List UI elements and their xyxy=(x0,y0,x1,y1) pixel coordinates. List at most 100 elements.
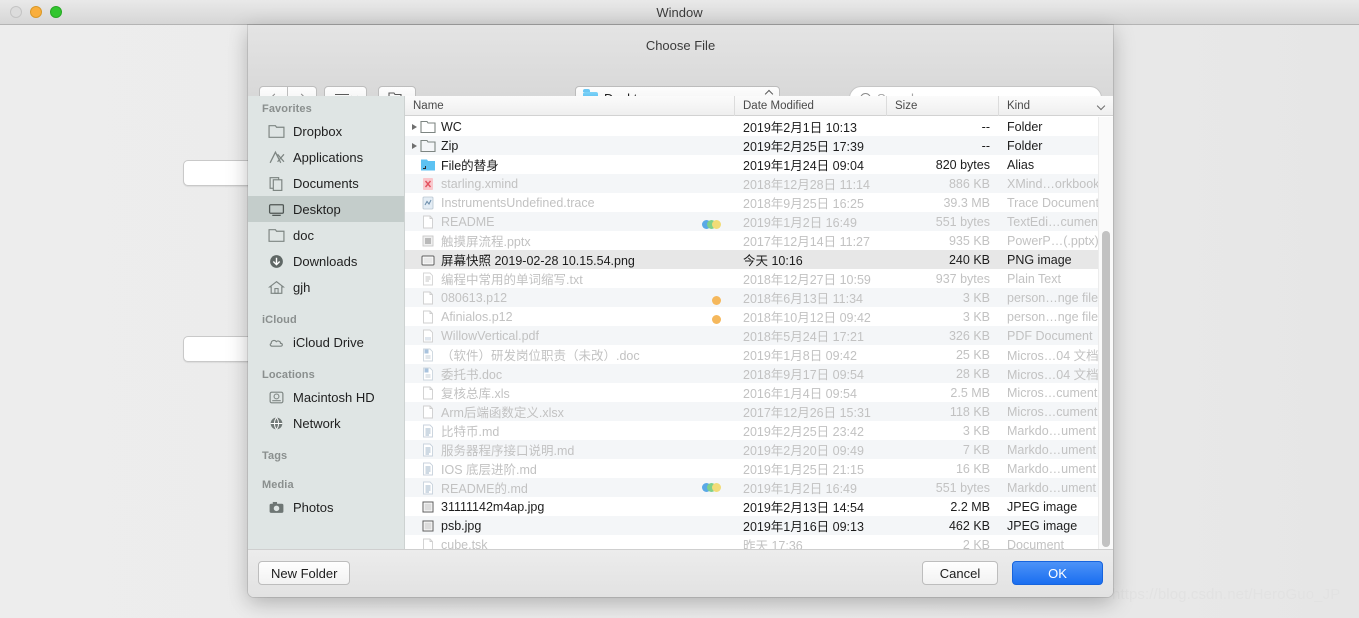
file-name-label: WillowVertical.pdf xyxy=(441,329,539,343)
column-header-date-modified[interactable]: Date Modified xyxy=(735,96,887,116)
table-row[interactable]: Arm后端函数定义.xlsx2017年12月26日 15:31118 KBMic… xyxy=(405,402,1113,421)
file-name-cell: Afinialos.p12 xyxy=(405,310,735,324)
sidebar-item-documents[interactable]: Documents xyxy=(248,170,404,196)
table-row[interactable]: README2019年1月2日 16:49551 bytesTextEdi…cu… xyxy=(405,212,1113,231)
tag-dots xyxy=(712,315,721,324)
table-row[interactable]: 服务器程序接口说明.md2019年2月20日 09:497 KBMarkdo…u… xyxy=(405,440,1113,459)
disclosure-triangle-icon[interactable] xyxy=(409,124,420,130)
table-row[interactable]: 屏幕快照 2019-02-28 10.15.54.png今天 10:16240 … xyxy=(405,250,1113,269)
column-header-size[interactable]: Size xyxy=(887,96,999,116)
file-name-label: 31111142m4ap.jpg xyxy=(441,500,544,514)
sidebar-section-header: Tags xyxy=(248,443,404,465)
sidebar-item-gjh[interactable]: gjh xyxy=(248,274,404,300)
sidebar-item-photos[interactable]: Photos xyxy=(248,494,404,520)
document-icon xyxy=(420,215,436,229)
file-name-label: psb.jpg xyxy=(441,519,481,533)
background-field-lower[interactable] xyxy=(183,336,253,362)
dialog-footer: New Folder Cancel OK xyxy=(248,549,1113,597)
file-size-cell: 935 KB xyxy=(887,234,999,248)
table-row[interactable]: IOS 底层进阶.md2019年1月25日 21:1516 KBMarkdo…u… xyxy=(405,459,1113,478)
table-row[interactable]: 复核总库.xls2016年1月4日 09:542.5 MBMicros…cume… xyxy=(405,383,1113,402)
table-row[interactable]: 比特币.md2019年2月25日 23:423 KBMarkdo…ument xyxy=(405,421,1113,440)
file-name-label: Afinialos.p12 xyxy=(441,310,513,324)
table-row[interactable]: 编程中常用的单词缩写.txt 2018年12月27日 10:59937 bytes… xyxy=(405,269,1113,288)
file-name-cell: 31111142m4ap.jpg xyxy=(405,500,735,514)
jpeg-icon xyxy=(420,500,436,514)
new-folder-button[interactable]: New Folder xyxy=(258,561,350,585)
file-date-cell: 2018年12月27日 10:59 xyxy=(735,269,887,288)
sidebar-item-dropbox[interactable]: Dropbox xyxy=(248,118,404,144)
table-row[interactable]: README的.md2019年1月2日 16:49551 bytesMarkdo… xyxy=(405,478,1113,497)
table-row[interactable]: WillowVertical.pdf2018年5月24日 17:21326 KB… xyxy=(405,326,1113,345)
sidebar-item-label: Downloads xyxy=(293,254,357,269)
file-size-cell: 2.2 MB xyxy=(887,500,999,514)
file-size-cell: 39.3 MB xyxy=(887,196,999,210)
harddisk-icon xyxy=(268,390,285,405)
ok-button[interactable]: OK xyxy=(1012,561,1103,585)
cancel-button[interactable]: Cancel xyxy=(922,561,998,585)
file-date-cell: 2017年12月14日 11:27 xyxy=(735,231,887,250)
file-size-cell: 326 KB xyxy=(887,329,999,343)
table-row[interactable]: InstrumentsUndefined.trace2018年9月25日 16:… xyxy=(405,193,1113,212)
document-icon xyxy=(420,405,436,419)
table-row[interactable]: 触摸屏流程.pptx2017年12月14日 11:27935 KBPowerP…… xyxy=(405,231,1113,250)
file-date-cell: 2019年1月2日 16:49 xyxy=(735,212,887,231)
file-name-cell: README的.md xyxy=(405,478,735,497)
file-name-label: File的替身 xyxy=(441,155,499,174)
sidebar-item-applications[interactable]: Applications xyxy=(248,144,404,170)
tag-dot xyxy=(712,296,721,305)
file-date-cell: 2019年1月16日 09:13 xyxy=(735,516,887,535)
sidebar-item-doc[interactable]: doc xyxy=(248,222,404,248)
sidebar-item-network[interactable]: Network xyxy=(248,410,404,436)
file-name-label: starling.xmind xyxy=(441,177,518,191)
file-name-cell: 比特币.md xyxy=(405,421,735,440)
dialog-toolbar: Desktop xyxy=(248,61,1113,96)
table-row[interactable]: cube.tsk昨天 17:362 KBDocument xyxy=(405,535,1113,549)
file-kind-cell: XMind…orkbook xyxy=(999,177,1112,191)
vertical-scrollbar[interactable] xyxy=(1098,117,1113,549)
table-row[interactable]: Zip2019年2月25日 17:39--Folder xyxy=(405,136,1113,155)
file-kind-cell: Micros…04 文档 xyxy=(999,364,1112,383)
file-kind-cell: Folder xyxy=(999,120,1112,134)
table-row[interactable]: 080613.p122018年6月13日 11:343 KBperson…nge… xyxy=(405,288,1113,307)
desktop-icon xyxy=(268,202,285,217)
table-row[interactable]: Afinialos.p122018年10月12日 09:423 KBperson… xyxy=(405,307,1113,326)
column-header-name[interactable]: Name xyxy=(405,96,735,116)
sidebar-item-macintosh-hd[interactable]: Macintosh HD xyxy=(248,384,404,410)
folder-icon xyxy=(420,120,436,134)
sidebar-item-icloud-drive[interactable]: iCloud Drive xyxy=(248,329,404,355)
file-name-label: 编程中常用的单词缩写.txt xyxy=(441,269,583,288)
table-row[interactable]: （软件）研发岗位职责（未改）.doc2019年1月8日 09:4225 KBMi… xyxy=(405,345,1113,364)
sidebar-item-label: Photos xyxy=(293,500,333,515)
file-name-cell: WC xyxy=(405,120,735,134)
file-date-cell: 2019年1月2日 16:49 xyxy=(735,478,887,497)
table-row[interactable]: 委托书.doc2018年9月17日 09:5428 KBMicros…04 文档 xyxy=(405,364,1113,383)
table-row[interactable]: psb.jpg2019年1月16日 09:13462 KBJPEG image xyxy=(405,516,1113,535)
table-row[interactable]: WC2019年2月1日 10:13--Folder xyxy=(405,117,1113,136)
column-headers: Name Date Modified Size Kind xyxy=(405,96,1113,116)
table-row[interactable]: File的替身2019年1月24日 09:04820 bytesAlias xyxy=(405,155,1113,174)
background-field-upper[interactable] xyxy=(183,160,253,186)
sidebar-item-downloads[interactable]: Downloads xyxy=(248,248,404,274)
sidebar-item-label: Network xyxy=(293,416,341,431)
text-icon xyxy=(420,272,436,286)
file-name-cell: File的替身 xyxy=(405,155,735,174)
disclosure-triangle-icon[interactable] xyxy=(409,143,420,149)
column-header-kind[interactable]: Kind xyxy=(999,96,1112,116)
file-name-label: InstrumentsUndefined.trace xyxy=(441,196,595,210)
file-name-label: 080613.p12 xyxy=(441,291,507,305)
tag-dot xyxy=(712,483,721,492)
file-name-label: 屏幕快照 2019-02-28 10.15.54.png xyxy=(441,250,635,269)
scrollbar-thumb[interactable] xyxy=(1102,231,1110,547)
file-name-cell: 委托书.doc xyxy=(405,364,735,383)
file-kind-cell: Markdo…ument xyxy=(999,424,1112,438)
file-kind-cell: Markdo…ument xyxy=(999,443,1112,457)
file-size-cell: 118 KB xyxy=(887,405,999,419)
file-size-cell: 937 bytes xyxy=(887,272,999,286)
file-name-label: README的.md xyxy=(441,478,528,497)
file-date-cell: 2019年1月8日 09:42 xyxy=(735,345,887,364)
sidebar-item-desktop[interactable]: Desktop xyxy=(248,196,404,222)
file-kind-cell: PNG image xyxy=(999,253,1112,267)
table-row[interactable]: starling.xmind2018年12月28日 11:14886 KBXMi… xyxy=(405,174,1113,193)
table-row[interactable]: 31111142m4ap.jpg2019年2月13日 14:542.2 MBJP… xyxy=(405,497,1113,516)
